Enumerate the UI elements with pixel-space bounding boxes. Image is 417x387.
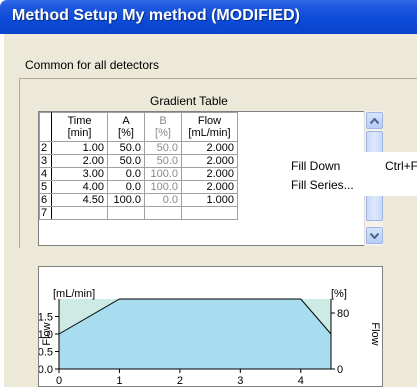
cell-time[interactable]: 4.50	[51, 193, 108, 207]
column-unit: [%]	[118, 127, 134, 139]
cell-a[interactable]: 100.0	[107, 193, 145, 207]
table-row[interactable]: 5 4.00 0.0 100.0 2.000	[39, 180, 238, 194]
right-tick-label: 0	[337, 364, 343, 376]
column-name: A	[122, 115, 130, 127]
cell-flow[interactable]: 2.000	[181, 180, 238, 194]
right-tick-label: 80	[337, 308, 349, 320]
column-header-a[interactable]: A [%]	[107, 112, 145, 142]
cell-flow[interactable]: 2.000	[181, 141, 238, 155]
cell-time[interactable]	[51, 206, 108, 220]
column-header-flow[interactable]: Flow [mL/min]	[181, 112, 238, 142]
table-row[interactable]: 2 1.00 50.0 50.0 2.000	[39, 141, 238, 155]
cell-b[interactable]: 100.0	[144, 180, 182, 194]
table-row[interactable]: 7	[39, 206, 238, 220]
header-row: Time [min] A [%] B [%] Flow [mL/min]	[39, 112, 238, 142]
table-row[interactable]: 4 3.00 0.0 100.0 2.000	[39, 167, 238, 181]
menu-item-shortcut: Ctrl+F	[385, 159, 417, 173]
menu-item-label: Fill Series...	[291, 178, 354, 192]
row-header[interactable]: 3	[39, 154, 52, 168]
cell-flow[interactable]	[181, 206, 238, 220]
row-header[interactable]: 2	[39, 141, 52, 155]
table-row[interactable]: 3 2.00 50.0 50.0 2.000	[39, 154, 238, 168]
column-unit: [mL/min]	[188, 127, 231, 139]
cell-time[interactable]: 4.00	[51, 180, 108, 194]
menu-item-fill-down[interactable]: Fill Down Ctrl+F	[291, 159, 417, 173]
left-axis-title: Flow	[41, 322, 53, 345]
chevron-up-icon	[370, 117, 379, 124]
x-tick-label: 3	[237, 375, 243, 387]
cell-a[interactable]	[107, 206, 145, 220]
method-setup-window: Method Setup My method (MODIFIED) Common…	[0, 0, 417, 387]
cell-a[interactable]: 0.0	[107, 180, 145, 194]
gradient-grid: Time [min] A [%] B [%] Flow [mL/min] 2 1.00 …	[39, 112, 238, 220]
context-menu: Fill Down Ctrl+F Fill Series...	[270, 152, 417, 196]
row-header[interactable]: 7	[39, 206, 52, 220]
cell-b[interactable]	[144, 206, 182, 220]
column-header-b[interactable]: B [%]	[144, 112, 182, 142]
menu-item-label: Fill Down	[291, 159, 341, 173]
cell-flow[interactable]: 1.000	[181, 193, 238, 207]
gradient-table-title: Gradient Table	[150, 94, 228, 108]
cell-time[interactable]: 1.00	[51, 141, 108, 155]
x-tick-label: 0	[56, 375, 62, 387]
cell-b[interactable]: 50.0	[144, 154, 182, 168]
cell-flow[interactable]: 2.000	[181, 167, 238, 181]
cell-b[interactable]: 50.0	[144, 141, 182, 155]
column-header-time[interactable]: Time [min]	[51, 112, 108, 142]
row-header[interactable]: 6	[39, 193, 52, 207]
cell-a[interactable]: 50.0	[107, 154, 145, 168]
row-header[interactable]: 5	[39, 180, 52, 194]
cell-b[interactable]: 100.0	[144, 167, 182, 181]
column-unit: [min]	[67, 127, 92, 139]
cell-flow[interactable]: 2.000	[181, 154, 238, 168]
cell-time[interactable]: 2.00	[51, 154, 108, 168]
right-axis-unit: [%]	[331, 288, 347, 300]
table-row[interactable]: 6 4.50 100.0 0.0 1.000	[39, 193, 238, 207]
column-name: Time	[67, 115, 92, 127]
gradient-chart-panel: 0.0 0.5 1.0 1.5 0 80 0 1 2 3 4 [mL/min] [%] Flow Flow	[38, 266, 383, 387]
cell-b[interactable]: 0.0	[144, 193, 182, 207]
corner-cell	[39, 112, 52, 142]
gradient-chart: 0.00.51.01.50800 1 2 3 4[mL/min] [%]Flow Flow	[39, 288, 381, 387]
left-tick-label: 1.5	[39, 312, 53, 324]
title-bar[interactable]: Method Setup My method (MODIFIED)	[0, 0, 417, 34]
cell-time[interactable]: 3.00	[51, 167, 108, 181]
section-label: Common for all detectors	[25, 58, 160, 72]
left-tick-label: 0.5	[39, 347, 53, 359]
x-tick-label: 1	[116, 375, 122, 387]
column-name: Flow	[197, 115, 222, 127]
cell-a[interactable]: 50.0	[107, 141, 145, 155]
scroll-down-button[interactable]	[366, 227, 383, 244]
right-axis-title: Flow	[369, 322, 381, 345]
left-axis-unit: [mL/min]	[53, 288, 95, 300]
column-unit: [%]	[155, 127, 171, 139]
cell-a[interactable]: 0.0	[107, 167, 145, 181]
left-tick-label: 0.0	[39, 364, 53, 376]
row-header[interactable]: 4	[39, 167, 52, 181]
scroll-up-button[interactable]	[366, 112, 383, 129]
x-tick-label: 4	[298, 375, 304, 387]
chevron-down-icon	[370, 232, 379, 239]
column-name: B	[159, 115, 167, 127]
menu-item-fill-series[interactable]: Fill Series...	[291, 178, 354, 192]
x-tick-label: 2	[177, 375, 183, 387]
window-title: Method Setup My method (MODIFIED)	[12, 7, 300, 24]
